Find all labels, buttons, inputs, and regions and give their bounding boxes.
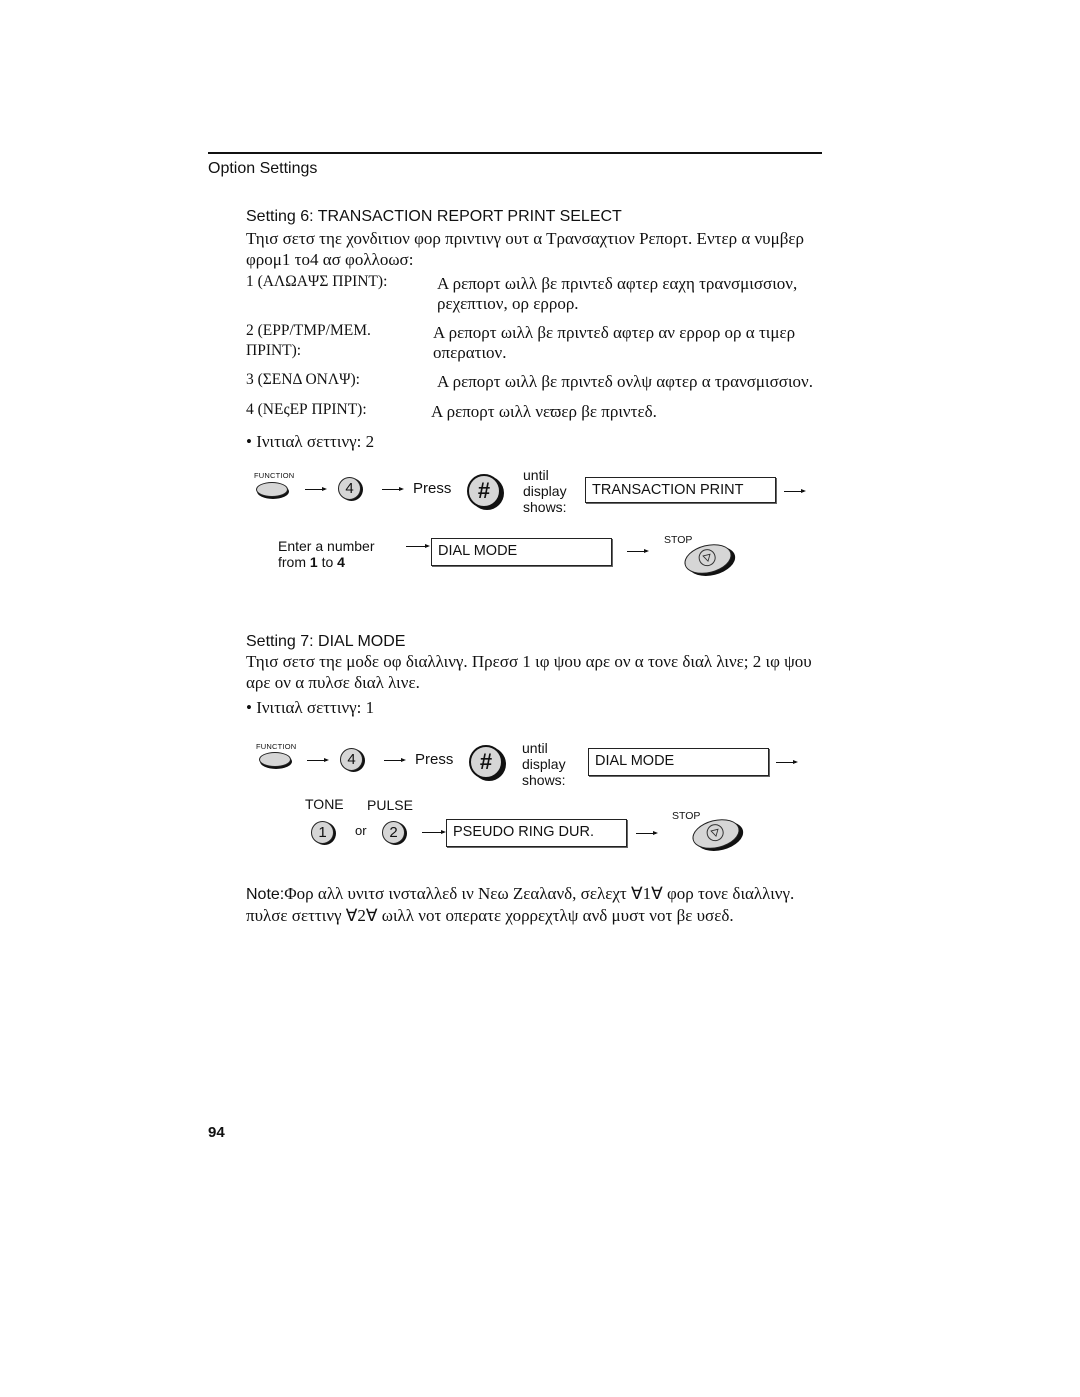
stop-key-label: STOP — [664, 534, 693, 546]
pulse-label: PULSE — [367, 797, 413, 813]
function-key-icon — [256, 482, 288, 497]
option-desc-line1: Α ρεπορτ ωιλλ νεϖερ βε πριντεδ. — [431, 402, 657, 421]
arrow-icon — [305, 486, 327, 491]
stop-triangle-icon — [702, 553, 711, 562]
lcd-display-pseudo-ring-dur: PSEUDO RING DUR. — [446, 819, 627, 847]
until-label: until — [522, 740, 548, 756]
setting7-intro-line2: αρε ον α πυλσε διαλ λινε. — [246, 673, 420, 692]
option-desc-line1: Α ρεπορτ ωιλλ βε πριντεδ αφτερ αν ερρορ … — [433, 323, 796, 342]
note-line1: Note:Φορ αλλ υνιτσ ινσταλλεδ ιν Νεω Ζεαλ… — [246, 883, 794, 905]
header-rule — [208, 152, 822, 154]
lcd-display-dial-mode: DIAL MODE — [588, 748, 769, 776]
press-label: Press — [415, 751, 454, 768]
function-key-icon — [259, 752, 291, 767]
display-label: display — [523, 483, 567, 499]
display-label: display — [522, 756, 566, 772]
arrow-icon — [384, 757, 406, 762]
stop-key-label: STOP — [672, 810, 701, 822]
option-desc-line2: οπερατιον. — [433, 343, 507, 362]
arrow-icon — [784, 488, 806, 493]
page-number: 94 — [208, 1124, 225, 1141]
setting7-initial-setting: • Ινιτιαλ σεττινγ: 1 — [246, 698, 375, 717]
setting6-initial-setting: • Ινιτιαλ σεττινγ: 2 — [246, 432, 375, 451]
enter-number-instruction: Enter a number from 1 to 4 — [278, 538, 375, 570]
hash-key-icon: # — [469, 745, 503, 779]
arrow-icon — [636, 830, 658, 835]
number-key-4-icon: 4 — [340, 748, 363, 771]
press-label: Press — [413, 480, 452, 497]
option-label-line1: 2 (ΕΡΡ/ΤΜΡ/ΜΕΜ. — [246, 322, 371, 339]
stop-symbol-icon — [696, 547, 718, 568]
setting6-intro-line2: φρομ1 το4 ασ φολλοωσ: — [246, 250, 414, 269]
setting7-intro: Τηισ σετσ τηε μοδε οφ διαλλινγ. Πρεσσ 1 … — [246, 651, 812, 693]
option-label: 1 (ΑΛΩΑΨΣ ΠΡΙΝΤ): — [246, 273, 388, 290]
stop-triangle-icon — [710, 828, 719, 837]
to-value: 4 — [337, 554, 345, 570]
lcd-display-dial-mode: DIAL MODE — [431, 538, 612, 566]
setting7-intro-line1: Τηισ σετσ τηε μοδε οφ διαλλινγ. Πρεσσ 1 … — [246, 652, 812, 671]
option-label-line2: ΠΡΙΝΤ): — [246, 342, 302, 359]
setting6-title: Setting 6: TRANSACTION REPORT PRINT SELE… — [246, 208, 622, 225]
until-label: until — [523, 467, 549, 483]
until-display-shows-text: until display shows: — [522, 740, 566, 788]
note-prefix: Note: — [246, 886, 285, 903]
arrow-icon — [382, 486, 404, 491]
to-word: to — [317, 554, 338, 570]
note-line1-text: Φορ αλλ υνιτσ ινσταλλεδ ιν Νεω Ζεαλανδ, … — [284, 884, 795, 903]
function-key-label: FUNCTION — [256, 742, 297, 751]
option-desc-line1: Α ρεπορτ ωιλλ βε πριντεδ ονλψ αφτερ α τρ… — [437, 372, 813, 391]
setting6-intro: Τηισ σετσ τηε χονδιτιον φορ πριντινγ ουτ… — [246, 228, 896, 270]
arrow-icon — [307, 757, 329, 762]
enter-line1: Enter a number — [278, 538, 375, 554]
setting7-title: Setting 7: DIAL MODE — [246, 633, 406, 650]
enter-line2: from 1 to 4 — [278, 554, 375, 570]
option-label: 3 (ΣΕΝΔ ΟΝΛΨ): — [246, 371, 360, 388]
arrow-icon — [406, 543, 430, 548]
tone-label: TONE — [305, 796, 344, 812]
arrow-icon — [776, 759, 798, 764]
section-header: Option Settings — [208, 160, 318, 177]
arrow-icon — [422, 829, 446, 834]
until-display-shows-text: until display shows: — [523, 467, 567, 515]
option-label: 4 (ΝΕςΕΡ ΠΡΙΝΤ): — [246, 401, 367, 418]
lcd-display-transaction-print: TRANSACTION PRINT — [585, 477, 776, 503]
number-key-4-icon: 4 — [338, 477, 361, 500]
number-key-1-tone-icon: 1 — [311, 821, 334, 844]
option-desc-line1: Α ρεπορτ ωιλλ βε πριντεδ αφτερ εαχη τραν… — [437, 274, 798, 293]
shows-label: shows: — [522, 772, 566, 788]
shows-label: shows: — [523, 499, 567, 515]
from-value: 1 — [309, 554, 318, 570]
or-label: or — [355, 823, 367, 838]
function-key-label: FUNCTION — [254, 471, 295, 480]
option-desc-line2: ρεχεπτιον, ορ ερρορ. — [437, 294, 579, 313]
setting6-intro-line1: Τηισ σετσ τηε χονδιτιον φορ πριντινγ ουτ… — [246, 229, 804, 248]
note-block: Note:Φορ αλλ υνιτσ ινσταλλεδ ιν Νεω Ζεαλ… — [246, 883, 794, 926]
from-word: from — [278, 554, 310, 570]
stop-symbol-icon — [704, 822, 726, 843]
number-key-2-pulse-icon: 2 — [382, 821, 405, 844]
arrow-icon — [627, 548, 649, 553]
note-line2: πυλσε σεττινγ ∀2∀ ωιλλ νοτ οπερατε χορρε… — [246, 906, 734, 925]
hash-key-icon: # — [467, 474, 501, 508]
